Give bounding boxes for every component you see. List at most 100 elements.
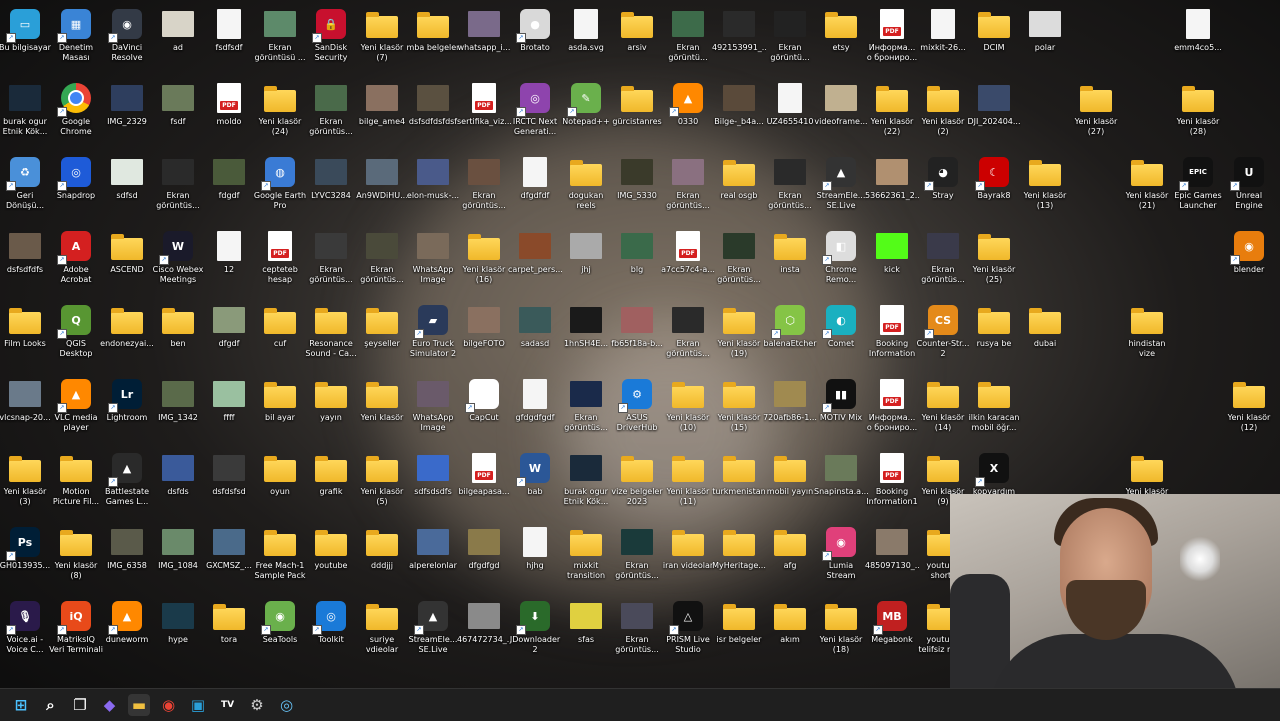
- desktop-icon-free-mach-1-sample-pack[interactable]: Free Mach-1 Sample Pack: [253, 522, 307, 594]
- desktop-icon-ascend[interactable]: ASCEND: [100, 226, 154, 298]
- desktop-icon-dsfsdfdsfdsf[interactable]: dsfsdfdsfdsf: [406, 78, 460, 150]
- desktop-icon-seatools[interactable]: ◉ ↗ SeaTools: [253, 596, 307, 668]
- desktop-icon-ffff[interactable]: ffff: [202, 374, 256, 446]
- desktop-icon-ekran-g-r-nt-s[interactable]: Ekran görüntüs...: [916, 226, 970, 298]
- desktop-icon-ekran-g-r-nt-s[interactable]: Ekran görüntüs...: [355, 226, 409, 298]
- desktop-icon-denetim-masas[interactable]: ▦ ↗ Denetim Masası: [49, 4, 103, 76]
- desktop-icon-ekran-g-r-nt-s[interactable]: Ekran görüntüs...: [661, 152, 715, 224]
- desktop-icon-mba-belgeler[interactable]: mba belgeler: [406, 4, 460, 76]
- desktop-icon-yeni-klas-r[interactable]: Yeni klasör: [355, 374, 409, 446]
- desktop-icon-motion-picture-fil[interactable]: Motion Picture Fil...: [49, 448, 103, 520]
- desktop-icon-snapinsta-a[interactable]: Snapinsta.a...: [814, 448, 868, 520]
- desktop-icon-real-osgb[interactable]: real osgb: [712, 152, 766, 224]
- desktop-icon-0330[interactable]: ▲ ↗ 0330: [661, 78, 715, 150]
- desktop-icon-fdgdf[interactable]: fdgdf: [202, 152, 256, 224]
- desktop-icon-motiv-mix[interactable]: ▮▮ ↗ MOTIV Mix: [814, 374, 868, 446]
- desktop-icon-snapdrop[interactable]: ◎ ↗ Snapdrop: [49, 152, 103, 224]
- desktop-icon-afg[interactable]: afg: [763, 522, 817, 594]
- desktop-icon-yeni-klas-r-28[interactable]: Yeni klasör (28): [1171, 78, 1225, 150]
- desktop-icon-whatsapp-image-2024[interactable]: WhatsApp Image 2024...: [406, 374, 460, 446]
- desktop-icon-ekran-g-r-nt-s[interactable]: Ekran görüntüs...: [763, 152, 817, 224]
- desktop-icon-megabonk[interactable]: MB ↗ Megabonk: [865, 596, 919, 668]
- desktop-icon-yeni-klas-r-12[interactable]: Yeni klasör (12): [1222, 374, 1276, 446]
- desktop-icon-ekran-g-r-nt-s[interactable]: Ekran görüntüs...: [304, 226, 358, 298]
- desktop-icon-492153991[interactable]: 492153991_...: [712, 4, 766, 76]
- desktop-icon-hype[interactable]: hype: [151, 596, 205, 668]
- desktop-icon-carpet-pers[interactable]: carpet_pers...: [508, 226, 562, 298]
- desktop-icon-adobe-acrobat[interactable]: A ↗ Adobe Acrobat: [49, 226, 103, 298]
- desktop-icon-burak-ogur-etnik-k-k[interactable]: burak ogur Etnik Kök...: [0, 78, 52, 150]
- desktop-icon-dsfds[interactable]: dsfds: [151, 448, 205, 520]
- desktop-icon-12[interactable]: 12: [202, 226, 256, 298]
- desktop-icon-mixkit-transition[interactable]: mixkit transition: [559, 522, 613, 594]
- settings-icon[interactable]: ⚙: [246, 694, 268, 716]
- desktop-icon-epic-games-launcher[interactable]: EPIC ↗ Epic Games Launcher: [1171, 152, 1225, 224]
- desktop-icon-turkmenistan[interactable]: turkmenistan: [712, 448, 766, 520]
- desktop-icon-toolkit[interactable]: ◎ ↗ Toolkit: [304, 596, 358, 668]
- desktop-icon-hindistan-vize[interactable]: hindistan vize: [1120, 300, 1174, 372]
- desktop-icon-grafik[interactable]: grafik: [304, 448, 358, 520]
- desktop-icon-elon-musk[interactable]: elon-musk-...: [406, 152, 460, 224]
- desktop-icon-ekran-g-r-nt[interactable]: Ekran görüntü...: [661, 4, 715, 76]
- desktop-icon-bilge-ame4[interactable]: bilge_ame4: [355, 78, 409, 150]
- desktop-icon-videoframe[interactable]: videoframe...: [814, 78, 868, 150]
- desktop-icon-streamele-se-live[interactable]: ▲ ↗ StreamEle... SE.Live: [814, 152, 868, 224]
- desktop-icon-burak-ogur-etnik-k-k[interactable]: burak ogur Etnik Kök...: [559, 448, 613, 520]
- desktop-icon-yeni-klas-r-27[interactable]: Yeni klasör (27): [1069, 78, 1123, 150]
- desktop-icon-rusya-be[interactable]: rusya be: [967, 300, 1021, 372]
- desktop-icon-moldo[interactable]: PDF moldo: [202, 78, 256, 150]
- desktop-icon-item[interactable]: PDF Информа... о брониро...: [865, 4, 919, 76]
- desktop-icon-notepad[interactable]: ✎ ↗ Notepad++: [559, 78, 613, 150]
- desktop-icon-booking-information1[interactable]: PDF Booking Information1: [865, 448, 919, 520]
- desktop-icon-yeni-klas-r-19[interactable]: Yeni klasör (19): [712, 300, 766, 372]
- desktop-icon-ad[interactable]: ad: [151, 4, 205, 76]
- desktop-icon-dfgdfdf[interactable]: dfgdfdf: [508, 152, 562, 224]
- desktop-icon-irctc-next-generati[interactable]: ◎ ↗ IRCTC Next Generati...: [508, 78, 562, 150]
- desktop-icon-img-1084[interactable]: IMG_1084: [151, 522, 205, 594]
- desktop-icon-g-rcistanres[interactable]: gürcistanres: [610, 78, 664, 150]
- desktop-icon-yeni-klas-r-24[interactable]: Yeni klasör (24): [253, 78, 307, 150]
- desktop-icon-yeni-klas-r-5[interactable]: Yeni klasör (5): [355, 448, 409, 520]
- desktop-icon-sadasd[interactable]: sadasd: [508, 300, 562, 372]
- desktop-icon-485097130[interactable]: 485097130_...: [865, 522, 919, 594]
- desktop-icon-vize-belgeler-2023[interactable]: vize belgeler 2023: [610, 448, 664, 520]
- steam-icon[interactable]: ◎: [276, 694, 298, 716]
- desktop-icon-ekran-g-r-nt-s[interactable]: Ekran görüntüs...: [304, 78, 358, 150]
- desktop-icon-ekran-g-r-nt-s[interactable]: Ekran görüntüs...: [661, 300, 715, 372]
- desktop-icon-uz4655410[interactable]: UZ4655410: [763, 78, 817, 150]
- desktop-icon-dcim[interactable]: DCIM: [967, 4, 1021, 76]
- desktop-icon-hjhg[interactable]: hjhg: [508, 522, 562, 594]
- desktop-icon-streamele-se-live[interactable]: ▲ ↗ StreamEle... SE.Live: [406, 596, 460, 668]
- task-view-icon[interactable]: ❐: [69, 694, 91, 716]
- search-icon[interactable]: ⌕: [40, 694, 62, 716]
- desktop-icon-asus-driverhub[interactable]: ⚙ ↗ ASUS DriverHub: [610, 374, 664, 446]
- desktop-icon-ekran-g-r-nt-s[interactable]: Ekran görüntüs...: [610, 596, 664, 668]
- desktop-icon-sdfsd[interactable]: sdfsd: [100, 152, 154, 224]
- desktop-icon-matriksiq-veri-terminali[interactable]: iQ ↗ MatriksIQ Veri Terminali: [49, 596, 103, 668]
- desktop-icon-lightroom[interactable]: Lr ↗ Lightroom: [100, 374, 154, 446]
- desktop-icon-dfgdf[interactable]: dfgdf: [202, 300, 256, 372]
- desktop-icon-unreal-engine[interactable]: U ↗ Unreal Engine: [1222, 152, 1276, 224]
- desktop-icon-dddjjj[interactable]: dddjjj: [355, 522, 409, 594]
- desktop-icon-blg[interactable]: blg: [610, 226, 664, 298]
- desktop-icon-yeni-klas-r-3[interactable]: Yeni klasör (3): [0, 448, 52, 520]
- desktop-icon-film-looks[interactable]: Film Looks: [0, 300, 52, 372]
- desktop-icon-youtube[interactable]: youtube: [304, 522, 358, 594]
- desktop-icon-geri-d-n[interactable]: ♻ ↗ Geri Dönüşü...: [0, 152, 52, 224]
- desktop-icon-yay-n[interactable]: yayın: [304, 374, 358, 446]
- desktop-icon-yeni-klas-r-18[interactable]: Yeni klasör (18): [814, 596, 868, 668]
- desktop-icon-emm4co5[interactable]: emm4co5...: [1171, 4, 1225, 76]
- desktop-icon-yeni-klas-r-25[interactable]: Yeni klasör (25): [967, 226, 1021, 298]
- desktop-icon-iran-videolar[interactable]: iran videolar: [661, 522, 715, 594]
- desktop-icon-bilge-b4a[interactable]: Bilge-_b4a...: [712, 78, 766, 150]
- desktop-icon-bilgefoto[interactable]: bilgeFOTO: [457, 300, 511, 372]
- desktop-icon-alperelonlar[interactable]: alperelonlar: [406, 522, 460, 594]
- desktop-icon-jhj[interactable]: jhj: [559, 226, 613, 298]
- desktop-icon-booking-information[interactable]: PDF Booking Information: [865, 300, 919, 372]
- desktop-icon-yeni-klas-r-22[interactable]: Yeni klasör (22): [865, 78, 919, 150]
- desktop-icon-google-chrome[interactable]: ↗ Google Chrome: [49, 78, 103, 150]
- desktop-icon-etsy[interactable]: etsy: [814, 4, 868, 76]
- file-explorer-icon[interactable]: ▬: [128, 694, 150, 716]
- desktop-icon-yeni-klas-r-11[interactable]: Yeni klasör (11): [661, 448, 715, 520]
- desktop-icon-suriye-vdieolar[interactable]: suriye vdieolar: [355, 596, 409, 668]
